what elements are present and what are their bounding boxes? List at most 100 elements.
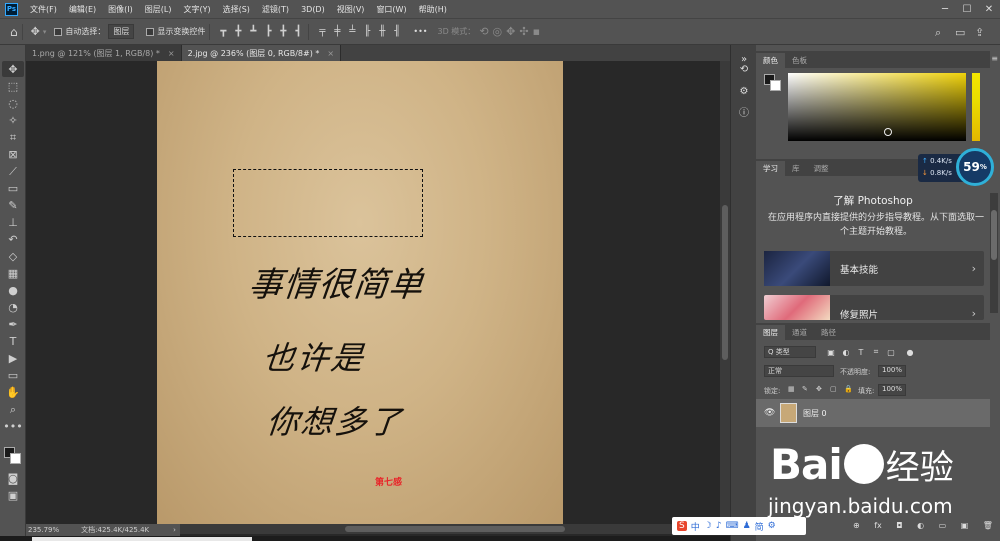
delete-layer-icon[interactable]: 🗑 <box>983 521 993 533</box>
menu-help[interactable]: 帮助(H) <box>413 4 453 15</box>
visibility-eye-icon[interactable]: 👁 <box>764 408 775 418</box>
distribute-bottom-icon[interactable]: ╧ <box>346 26 358 38</box>
menu-view[interactable]: 视图(V) <box>331 4 371 15</box>
tab-libraries[interactable]: 库 <box>785 161 807 176</box>
3d-slide-icon[interactable]: ✣ <box>519 26 528 37</box>
workspace-icon[interactable]: ▭ <box>955 27 965 38</box>
close-icon[interactable]: × <box>327 49 334 58</box>
distribute-left-icon[interactable]: ╟ <box>361 26 373 38</box>
color-picker-cursor[interactable] <box>884 128 892 136</box>
new-group-icon[interactable]: ▭ <box>939 521 947 533</box>
eyedropper-tool[interactable]: ⟋ <box>2 163 24 179</box>
fill-field[interactable]: 100% <box>878 384 906 396</box>
menu-file[interactable]: 文件(F) <box>24 4 63 15</box>
horizontal-scroll-thumb[interactable] <box>345 526 565 532</box>
layer-filter-dropdown[interactable]: Q 类型 <box>764 346 816 358</box>
chevron-right-icon[interactable]: › <box>173 526 176 534</box>
crop-tool[interactable]: ⌗ <box>2 129 24 145</box>
link-layers-icon[interactable]: ⊕ <box>853 521 860 533</box>
quick-mask-icon[interactable]: ◙ <box>2 470 24 486</box>
cpu-usage-gauge[interactable]: 59% <box>956 148 994 186</box>
marquee-tool[interactable]: ⬚ <box>2 78 24 94</box>
filter-adjustment-icon[interactable]: ◐ <box>841 347 851 357</box>
align-top-icon[interactable]: ┳ <box>217 26 229 38</box>
opacity-field[interactable]: 100% <box>878 365 906 377</box>
new-layer-icon[interactable]: ▣ <box>961 521 969 533</box>
color-picker-field[interactable] <box>788 73 966 141</box>
home-icon[interactable]: ⌂ <box>10 26 18 38</box>
tab-layers[interactable]: 图层 <box>756 325 785 340</box>
screen-mode-icon[interactable]: ▣ <box>2 487 24 503</box>
path-selection-tool[interactable]: ▶ <box>2 350 24 366</box>
lasso-tool[interactable]: ◌ <box>2 95 24 111</box>
3d-roll-icon[interactable]: ◎ <box>493 26 503 37</box>
add-mask-icon[interactable]: ◘ <box>896 521 902 533</box>
edit-toolbar-icon[interactable]: ••• <box>2 418 24 434</box>
fx-icon[interactable]: fx <box>874 521 882 533</box>
lock-position-icon[interactable]: ✥ <box>816 385 822 393</box>
panel-menu-icon[interactable]: ≡ <box>991 54 998 63</box>
learn-card-basic-skills[interactable]: 基本技能 › <box>764 251 984 286</box>
properties-panel-icon[interactable]: ⚙ <box>736 83 752 99</box>
align-hcenter-icon[interactable]: ╋ <box>277 26 289 38</box>
gradient-tool[interactable]: ▦ <box>2 265 24 281</box>
document-canvas[interactable]: 事情很简单 也许是 你想多了 第七感 <box>157 61 563 524</box>
menu-filter[interactable]: 滤镜(T) <box>256 4 295 15</box>
clone-stamp-tool[interactable]: ⊥ <box>2 214 24 230</box>
tab-paths[interactable]: 路径 <box>814 325 843 340</box>
ime-settings-icon[interactable]: ⚙ <box>768 521 776 531</box>
panel-scroll-thumb[interactable] <box>991 210 997 260</box>
history-panel-icon[interactable]: ⟲ <box>736 61 752 77</box>
3d-pan-icon[interactable]: ✥ <box>506 26 515 37</box>
minimize-button[interactable]: ─ <box>934 0 956 18</box>
ime-voice-icon[interactable]: ♪ <box>716 521 722 531</box>
auto-select-checkbox[interactable] <box>54 27 63 36</box>
layer-name[interactable]: 图层 0 <box>803 408 827 419</box>
eraser-tool[interactable]: ◇ <box>2 248 24 264</box>
filter-shape-icon[interactable]: ⌗ <box>871 347 881 357</box>
lock-all-icon[interactable]: 🔒 <box>844 385 853 393</box>
menu-layer[interactable]: 图层(L) <box>139 4 178 15</box>
chevron-down-icon[interactable]: ▾ <box>43 28 47 36</box>
pen-tool[interactable]: ✒ <box>2 316 24 332</box>
tab-learn[interactable]: 学习 <box>756 161 785 176</box>
vertical-scroll-thumb[interactable] <box>722 205 728 360</box>
tab-2jpg[interactable]: 2.jpg @ 236% (图层 0, RGB/8#) * × <box>181 45 342 61</box>
align-bottom-icon[interactable]: ┻ <box>247 26 259 38</box>
align-left-icon[interactable]: ┣ <box>262 26 274 38</box>
info-panel-icon[interactable]: ⓘ <box>736 103 752 119</box>
sogou-logo-icon[interactable]: S <box>677 521 687 531</box>
color-background-swatch[interactable] <box>770 80 781 91</box>
ime-keyboard-icon[interactable]: ⌨ <box>726 521 739 531</box>
tab-channels[interactable]: 通道 <box>785 325 814 340</box>
blur-tool[interactable]: ● <box>2 282 24 298</box>
selection-marquee[interactable] <box>233 169 423 237</box>
hand-tool[interactable]: ✋ <box>2 384 24 400</box>
align-vcenter-icon[interactable]: ╋ <box>232 26 244 38</box>
move-tool[interactable]: ✥ <box>2 61 24 77</box>
ime-simplified-mode[interactable]: 简 <box>755 520 764 533</box>
menu-3d[interactable]: 3D(D) <box>295 5 331 14</box>
menu-window[interactable]: 窗口(W) <box>370 4 412 15</box>
distribute-right-icon[interactable]: ╢ <box>391 26 403 38</box>
history-brush-tool[interactable]: ↶ <box>2 231 24 247</box>
tab-adjustments[interactable]: 调整 <box>807 161 836 176</box>
healing-brush-tool[interactable]: ▭ <box>2 180 24 196</box>
search-icon[interactable]: ⌕ <box>935 27 941 38</box>
close-icon[interactable]: × <box>168 49 175 58</box>
ime-moon-icon[interactable]: ☽ <box>704 521 712 531</box>
type-tool[interactable]: T <box>2 333 24 349</box>
filter-smart-object-icon[interactable]: ▢ <box>886 347 896 357</box>
menu-select[interactable]: 选择(S) <box>217 4 256 15</box>
dodge-tool[interactable]: ◔ <box>2 299 24 315</box>
3d-orbit-icon[interactable]: ⟲ <box>479 26 488 37</box>
filter-toggle-icon[interactable]: ● <box>905 347 915 357</box>
blend-mode-dropdown[interactable]: 正常 <box>764 365 834 377</box>
show-transform-checkbox[interactable] <box>146 27 155 36</box>
lock-pixels-icon[interactable]: ✎ <box>802 385 808 393</box>
filter-type-icon[interactable]: T <box>856 347 866 357</box>
more-options-icon[interactable]: ••• <box>413 27 427 36</box>
frame-tool[interactable]: ⊠ <box>2 146 24 162</box>
learn-card-fix-photo[interactable]: 修复照片 › <box>764 295 984 320</box>
adjustment-layer-icon[interactable]: ◐ <box>917 521 924 533</box>
